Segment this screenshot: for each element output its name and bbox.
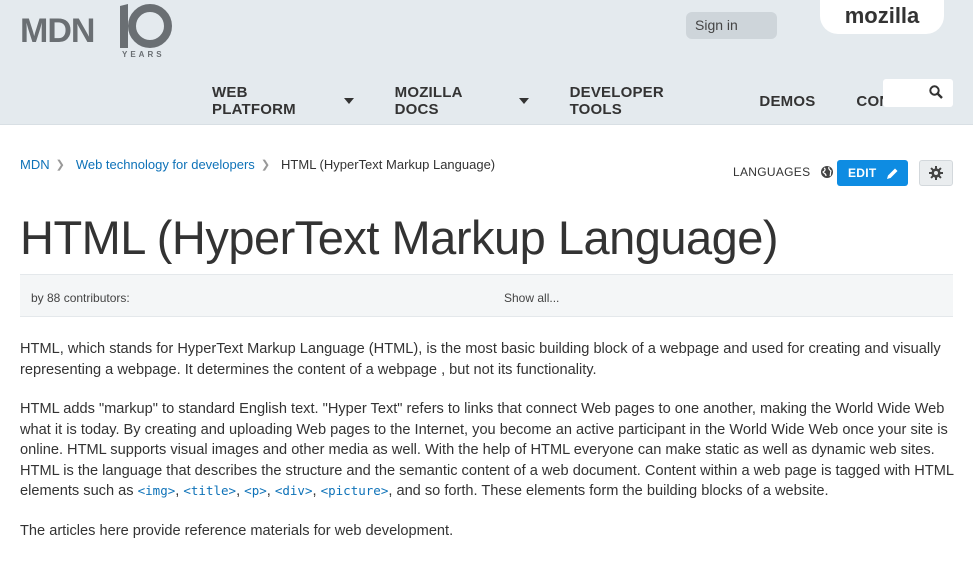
code-link-p[interactable]: <p> xyxy=(244,483,267,498)
contributors-count: by 88 contributors: xyxy=(31,291,130,305)
logo-years: YEARS xyxy=(122,50,165,59)
breadcrumb: MDN ❯ Web technology for developers ❯ HT… xyxy=(20,157,495,172)
main-nav: WEB PLATFORM MOZILLA DOCS DEVELOPER TOOL… xyxy=(212,84,973,118)
page-title: HTML (HyperText Markup Language) xyxy=(20,211,779,264)
paragraph-articles: The articles here provide reference mate… xyxy=(20,522,454,539)
globe-icon xyxy=(821,166,834,178)
breadcrumb-mdn[interactable]: MDN xyxy=(20,157,50,172)
separator: , xyxy=(236,483,245,499)
ten-years-icon xyxy=(120,4,172,48)
languages-label: LANGUAGES xyxy=(733,165,811,179)
search-input[interactable] xyxy=(883,79,923,107)
nav-label: WEB PLATFORM xyxy=(212,84,296,118)
nav-demos[interactable]: DEMOS xyxy=(759,84,815,118)
paragraph-intro: HTML, which stands for HyperText Markup … xyxy=(20,341,941,378)
nav-label: DEVELOPER TOOLS xyxy=(569,84,664,118)
paragraph-text: , and so forth. These elements form the … xyxy=(388,483,829,499)
logo-text: MDN xyxy=(20,12,95,50)
breadcrumb-web-technology[interactable]: Web technology for developers xyxy=(76,157,255,172)
paragraph-markup: HTML adds "markup" to standard English t… xyxy=(20,399,960,502)
chevron-right-icon: ❯ xyxy=(260,159,271,171)
article-content: HTML, which stands for HyperText Markup … xyxy=(20,339,960,560)
mozilla-tab[interactable]: mozilla xyxy=(820,0,944,34)
search-box[interactable] xyxy=(883,79,953,107)
nav-mozilla-docs[interactable]: MOZILLA DOCS xyxy=(395,84,529,118)
nav-label: DEMOS xyxy=(759,92,816,110)
edit-button[interactable]: EDIT xyxy=(837,160,908,186)
code-link-div[interactable]: <div> xyxy=(275,483,313,498)
languages-button[interactable]: LANGUAGES xyxy=(733,165,834,179)
chevron-right-icon: ❯ xyxy=(55,159,65,171)
nav-web-platform[interactable]: WEB PLATFORM xyxy=(212,84,354,118)
edit-label: EDIT xyxy=(848,166,877,180)
caret-down-icon xyxy=(343,98,354,104)
site-header: MDN YEARS Sign in mozilla WEB PLATFORM M… xyxy=(0,0,973,125)
code-link-picture[interactable]: <picture> xyxy=(321,483,389,498)
code-link-title[interactable]: <title> xyxy=(183,483,236,498)
show-all-link[interactable]: Show all... xyxy=(504,291,559,305)
search-icon[interactable] xyxy=(929,85,943,99)
separator: , xyxy=(312,483,321,499)
gear-icon xyxy=(929,166,943,180)
nav-developer-tools[interactable]: DEVELOPER TOOLS xyxy=(570,84,719,118)
breadcrumb-current: HTML (HyperText Markup Language) xyxy=(281,157,496,172)
separator: , xyxy=(266,483,275,499)
pencil-icon xyxy=(886,168,898,179)
nav-label: MOZILLA DOCS xyxy=(394,84,463,118)
signin-button[interactable]: Sign in xyxy=(686,12,777,39)
contributors-bar: by 88 contributors: Show all... xyxy=(20,274,953,317)
caret-down-icon xyxy=(518,98,529,104)
settings-button[interactable] xyxy=(919,160,953,186)
code-link-img[interactable]: <img> xyxy=(138,483,176,498)
